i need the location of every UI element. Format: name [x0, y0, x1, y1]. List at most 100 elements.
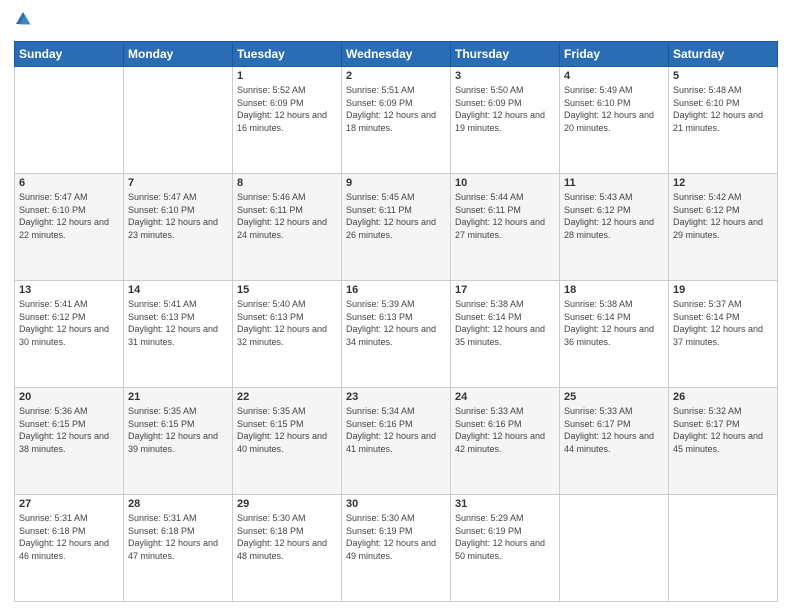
day-info: Sunrise: 5:41 AMSunset: 6:12 PMDaylight:…: [19, 298, 119, 348]
day-number: 26: [673, 391, 773, 403]
calendar-cell: [669, 495, 778, 602]
day-number: 16: [346, 284, 446, 296]
day-number: 18: [564, 284, 664, 296]
day-info: Sunrise: 5:47 AMSunset: 6:10 PMDaylight:…: [19, 191, 119, 241]
day-info: Sunrise: 5:32 AMSunset: 6:17 PMDaylight:…: [673, 405, 773, 455]
calendar-cell: 12Sunrise: 5:42 AMSunset: 6:12 PMDayligh…: [669, 174, 778, 281]
day-info: Sunrise: 5:44 AMSunset: 6:11 PMDaylight:…: [455, 191, 555, 241]
calendar-cell: [124, 67, 233, 174]
col-header-wednesday: Wednesday: [342, 42, 451, 67]
day-number: 31: [455, 498, 555, 510]
calendar-cell: 4 Sunrise: 5:49 AMSunset: 6:10 PMDaylight…: [560, 67, 669, 174]
day-info: Sunrise: 5:35 AMSunset: 6:15 PMDaylight:…: [128, 405, 228, 455]
calendar-cell: [560, 495, 669, 602]
day-info: Sunrise: 5:39 AMSunset: 6:13 PMDaylight:…: [346, 298, 446, 348]
calendar-cell: 10 Sunrise: 5:44 AMSunset: 6:11 PMDayligh…: [451, 174, 560, 281]
week-row-2: 6Sunrise: 5:47 AMSunset: 6:10 PMDaylight…: [15, 174, 778, 281]
day-number: 21: [128, 391, 228, 403]
calendar-cell: [15, 67, 124, 174]
week-row-3: 13 Sunrise: 5:41 AMSunset: 6:12 PMDayligh…: [15, 281, 778, 388]
day-info: Sunrise: 5:38 AMSunset: 6:14 PMDaylight:…: [564, 298, 664, 348]
day-number: 15: [237, 284, 337, 296]
day-number: 5: [673, 70, 773, 82]
day-info: Sunrise: 5:35 AMSunset: 6:15 PMDaylight:…: [237, 405, 337, 455]
header-row: SundayMondayTuesdayWednesdayThursdayFrid…: [15, 42, 778, 67]
day-info: Sunrise: 5:33 AMSunset: 6:17 PMDaylight:…: [564, 405, 664, 455]
day-info: Sunrise: 5:42 AMSunset: 6:12 PMDaylight:…: [673, 191, 773, 241]
calendar-cell: 7 Sunrise: 5:47 AMSunset: 6:10 PMDaylight…: [124, 174, 233, 281]
day-number: 25: [564, 391, 664, 403]
day-number: 11: [564, 177, 664, 189]
day-info: Sunrise: 5:31 AMSunset: 6:18 PMDaylight:…: [19, 512, 119, 562]
calendar-cell: 3 Sunrise: 5:50 AMSunset: 6:09 PMDaylight…: [451, 67, 560, 174]
calendar-cell: 18 Sunrise: 5:38 AMSunset: 6:14 PMDayligh…: [560, 281, 669, 388]
day-info: Sunrise: 5:29 AMSunset: 6:19 PMDaylight:…: [455, 512, 555, 562]
week-row-1: 1 Sunrise: 5:52 AMSunset: 6:09 PMDaylight…: [15, 67, 778, 174]
col-header-friday: Friday: [560, 42, 669, 67]
calendar-cell: 6Sunrise: 5:47 AMSunset: 6:10 PMDaylight…: [15, 174, 124, 281]
calendar-cell: 31 Sunrise: 5:29 AMSunset: 6:19 PMDayligh…: [451, 495, 560, 602]
calendar-cell: 21 Sunrise: 5:35 AMSunset: 6:15 PMDayligh…: [124, 388, 233, 495]
calendar-cell: 26 Sunrise: 5:32 AMSunset: 6:17 PMDayligh…: [669, 388, 778, 495]
calendar-cell: 16 Sunrise: 5:39 AMSunset: 6:13 PMDayligh…: [342, 281, 451, 388]
day-number: 9: [346, 177, 446, 189]
day-info: Sunrise: 5:49 AMSunset: 6:10 PMDaylight:…: [564, 84, 664, 134]
col-header-thursday: Thursday: [451, 42, 560, 67]
day-info: Sunrise: 5:36 AMSunset: 6:15 PMDaylight:…: [19, 405, 119, 455]
calendar-cell: 17Sunrise: 5:38 AMSunset: 6:14 PMDayligh…: [451, 281, 560, 388]
calendar-cell: 14 Sunrise: 5:41 AMSunset: 6:13 PMDayligh…: [124, 281, 233, 388]
day-number: 19: [673, 284, 773, 296]
day-info: Sunrise: 5:41 AMSunset: 6:13 PMDaylight:…: [128, 298, 228, 348]
day-info: Sunrise: 5:30 AMSunset: 6:18 PMDaylight:…: [237, 512, 337, 562]
calendar-cell: 2 Sunrise: 5:51 AMSunset: 6:09 PMDaylight…: [342, 67, 451, 174]
day-info: Sunrise: 5:34 AMSunset: 6:16 PMDaylight:…: [346, 405, 446, 455]
week-row-4: 20 Sunrise: 5:36 AMSunset: 6:15 PMDayligh…: [15, 388, 778, 495]
day-number: 8: [237, 177, 337, 189]
calendar-table: SundayMondayTuesdayWednesdayThursdayFrid…: [14, 41, 778, 602]
day-info: Sunrise: 5:52 AMSunset: 6:09 PMDaylight:…: [237, 84, 337, 134]
day-info: Sunrise: 5:30 AMSunset: 6:19 PMDaylight:…: [346, 512, 446, 562]
day-number: 30: [346, 498, 446, 510]
calendar-cell: 13 Sunrise: 5:41 AMSunset: 6:12 PMDayligh…: [15, 281, 124, 388]
day-number: 24: [455, 391, 555, 403]
col-header-saturday: Saturday: [669, 42, 778, 67]
logo: [14, 10, 36, 33]
day-info: Sunrise: 5:47 AMSunset: 6:10 PMDaylight:…: [128, 191, 228, 241]
day-number: 3: [455, 70, 555, 82]
day-number: 13: [19, 284, 119, 296]
day-number: 29: [237, 498, 337, 510]
logo-icon: [14, 10, 32, 28]
calendar-cell: 30 Sunrise: 5:30 AMSunset: 6:19 PMDayligh…: [342, 495, 451, 602]
header: [14, 10, 778, 33]
day-number: 27: [19, 498, 119, 510]
col-header-monday: Monday: [124, 42, 233, 67]
day-info: Sunrise: 5:38 AMSunset: 6:14 PMDaylight:…: [455, 298, 555, 348]
calendar-cell: 5 Sunrise: 5:48 AMSunset: 6:10 PMDaylight…: [669, 67, 778, 174]
day-info: Sunrise: 5:51 AMSunset: 6:09 PMDaylight:…: [346, 84, 446, 134]
day-number: 2: [346, 70, 446, 82]
day-info: Sunrise: 5:50 AMSunset: 6:09 PMDaylight:…: [455, 84, 555, 134]
day-info: Sunrise: 5:43 AMSunset: 6:12 PMDaylight:…: [564, 191, 664, 241]
day-info: Sunrise: 5:46 AMSunset: 6:11 PMDaylight:…: [237, 191, 337, 241]
day-number: 10: [455, 177, 555, 189]
day-info: Sunrise: 5:33 AMSunset: 6:16 PMDaylight:…: [455, 405, 555, 455]
calendar-cell: 27 Sunrise: 5:31 AMSunset: 6:18 PMDayligh…: [15, 495, 124, 602]
day-number: 14: [128, 284, 228, 296]
day-info: Sunrise: 5:37 AMSunset: 6:14 PMDaylight:…: [673, 298, 773, 348]
calendar-cell: 9Sunrise: 5:45 AMSunset: 6:11 PMDaylight…: [342, 174, 451, 281]
day-info: Sunrise: 5:40 AMSunset: 6:13 PMDaylight:…: [237, 298, 337, 348]
day-number: 22: [237, 391, 337, 403]
day-number: 7: [128, 177, 228, 189]
day-number: 4: [564, 70, 664, 82]
col-header-tuesday: Tuesday: [233, 42, 342, 67]
calendar-cell: 22 Sunrise: 5:35 AMSunset: 6:15 PMDayligh…: [233, 388, 342, 495]
calendar-cell: 1 Sunrise: 5:52 AMSunset: 6:09 PMDaylight…: [233, 67, 342, 174]
day-number: 20: [19, 391, 119, 403]
calendar-cell: 23Sunrise: 5:34 AMSunset: 6:16 PMDayligh…: [342, 388, 451, 495]
day-number: 1: [237, 70, 337, 82]
calendar-cell: 20 Sunrise: 5:36 AMSunset: 6:15 PMDayligh…: [15, 388, 124, 495]
day-info: Sunrise: 5:48 AMSunset: 6:10 PMDaylight:…: [673, 84, 773, 134]
week-row-5: 27 Sunrise: 5:31 AMSunset: 6:18 PMDayligh…: [15, 495, 778, 602]
calendar-cell: 28Sunrise: 5:31 AMSunset: 6:18 PMDayligh…: [124, 495, 233, 602]
calendar-cell: 25 Sunrise: 5:33 AMSunset: 6:17 PMDayligh…: [560, 388, 669, 495]
